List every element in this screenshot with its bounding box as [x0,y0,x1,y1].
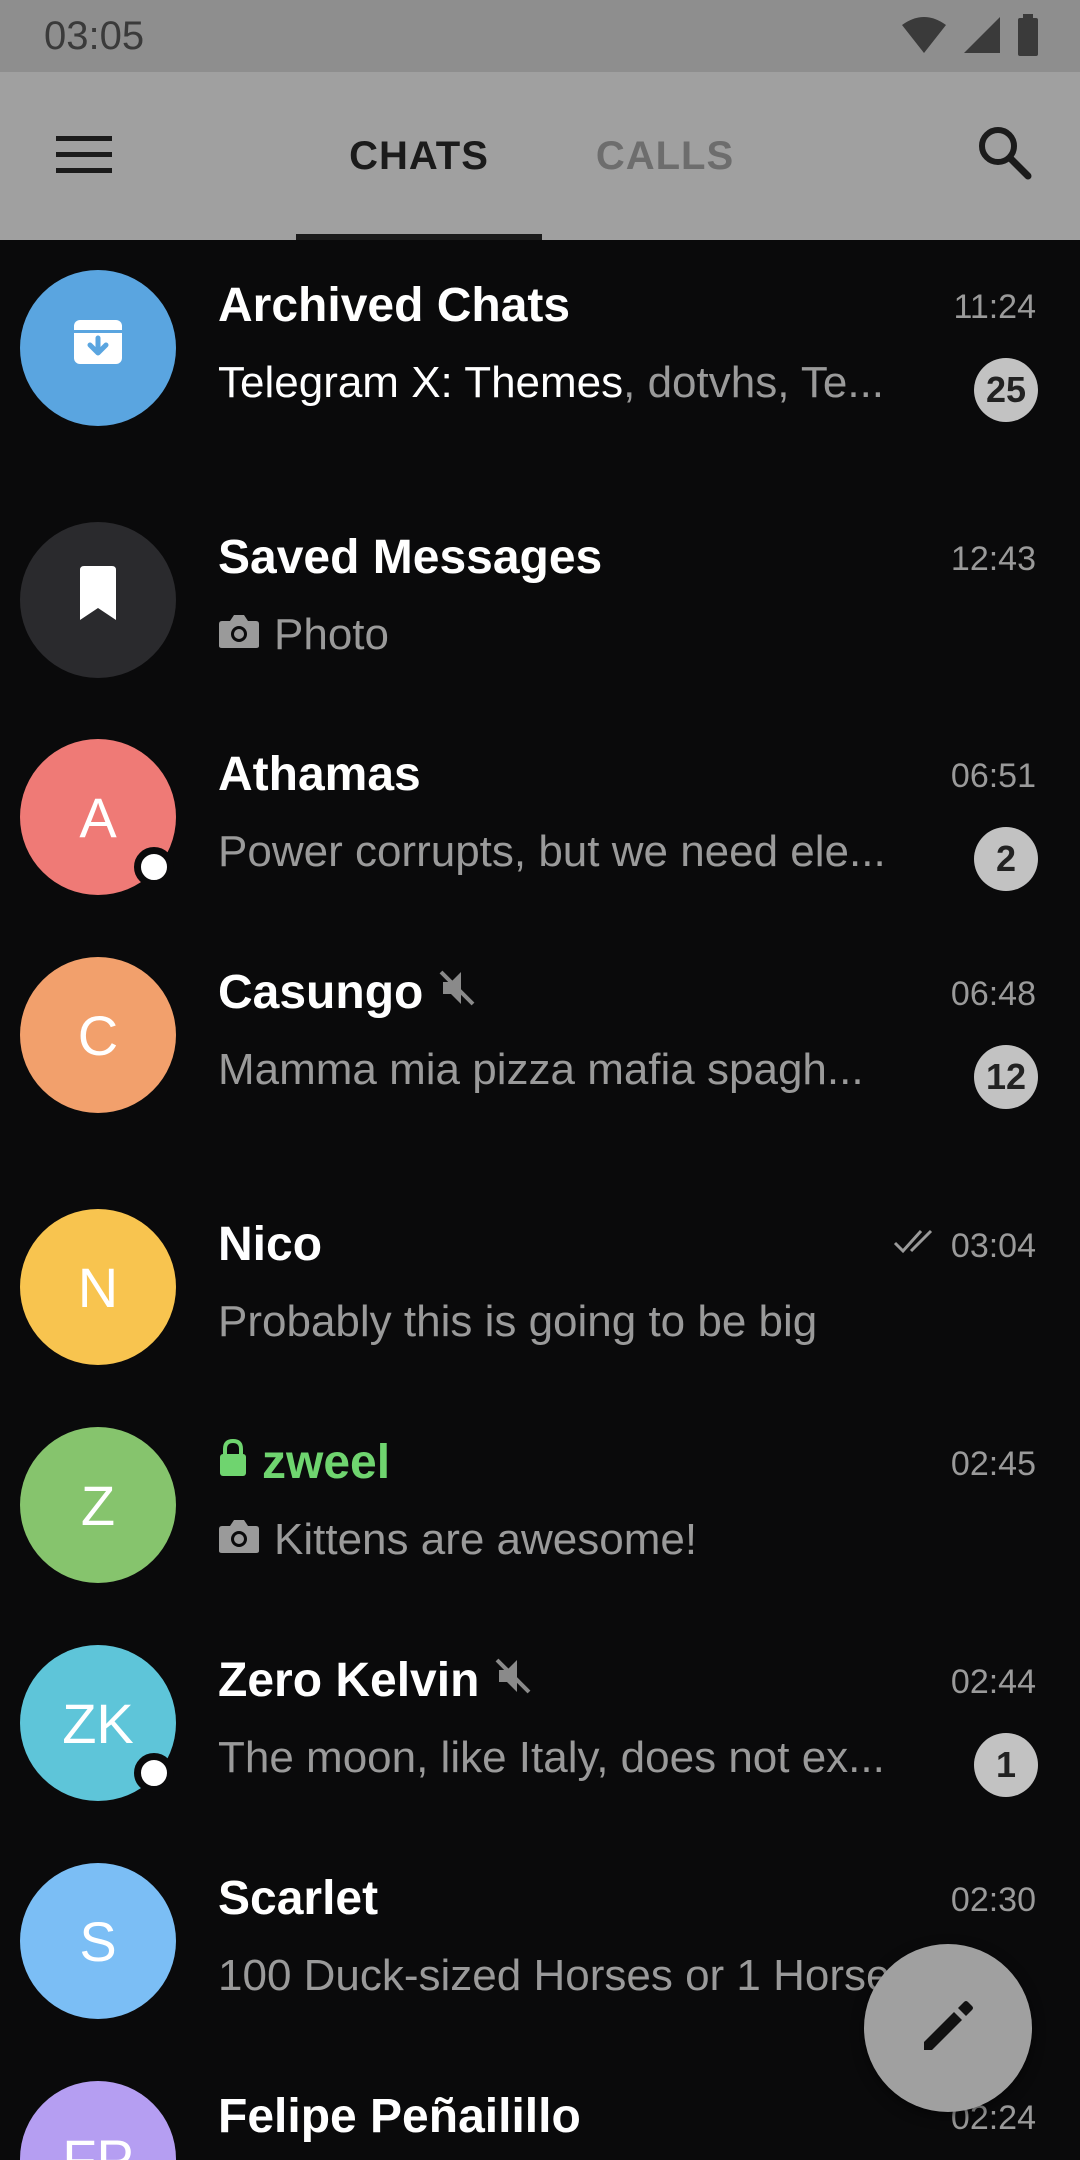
chat-title-text: Felipe Peñailillo [218,2090,581,2143]
chat-title: Nico [218,1217,322,1272]
chat-title-text: Scarlet [218,1872,379,1925]
avatar: N [20,1209,176,1365]
muted-icon [437,965,477,1020]
chat-item-casungo[interactable]: C Casungo 06:48 Mamma mia pizza mafia sp… [0,927,1080,1127]
chat-title: Athamas [218,747,421,802]
chat-preview: Power corrupts, but we need ele... [218,827,958,877]
chat-time: 02:45 [951,1445,1036,1484]
chat-title: Casungo [218,965,477,1020]
chat-time: 06:48 [951,975,1036,1014]
chat-preview: Mamma mia pizza mafia spagh... [218,1045,958,1095]
status-bar: 03:05 [0,0,1080,72]
status-icons [900,14,1040,61]
chat-time-text: 02:30 [950,1881,1036,1919]
chat-title-text: Zero Kelvin [218,1654,480,1707]
cell-signal-icon [962,15,1002,60]
chat-title: Archived Chats [218,278,570,333]
chat-item-zweel[interactable]: Z zweel 02:45 Kittens are awesome! [0,1397,1080,1597]
chat-item-archived[interactable]: Archived Chats 11:24 Telegram X: Themes,… [0,240,1080,440]
chat-preview-text: Mamma mia pizza mafia spagh... [218,1045,864,1094]
avatar: S [20,1863,176,2019]
chat-preview: Kittens are awesome! [218,1515,958,1565]
chat-time-text: 02:45 [950,1445,1036,1483]
chat-time-text: 03:04 [950,1227,1036,1265]
unread-badge: 1 [974,1733,1038,1797]
chat-preview-text: Power corrupts, but we need ele... [218,827,886,876]
chat-preview-text: Kittens are awesome! [274,1515,698,1564]
camera-icon [218,1515,260,1565]
chat-item-athamas[interactable]: A Athamas 06:51 Power corrupts, but we n… [0,709,1080,909]
avatar: C [20,957,176,1113]
online-indicator [134,1753,174,1793]
search-button[interactable] [968,118,1040,190]
battery-icon [1016,14,1040,61]
avatar: FP [20,2081,176,2160]
chat-title-text: zweel [262,1436,391,1489]
avatar: Z [20,1427,176,1583]
chat-preview-highlight: Telegram X: Themes [218,358,624,407]
chat-time-text: 02:44 [950,1663,1036,1701]
chat-time-text: 12:43 [950,540,1036,578]
unread-badge: 12 [973,1045,1038,1109]
chat-preview-text: The moon, like Italy, does not ex... [218,1733,885,1782]
tab-chats[interactable]: CHATS [296,72,542,240]
compose-button[interactable] [864,1944,1032,2112]
unread-badge: 25 [973,358,1038,422]
chat-preview: Telegram X: Themes, dotvhs, Te... [218,358,958,408]
chat-item-nico[interactable]: N Nico 03:04 Probably this is going to b… [0,1179,1080,1379]
avatar [20,522,176,678]
camera-icon [218,610,260,660]
chat-preview: Photo [218,610,958,660]
muted-icon [493,1653,533,1708]
chat-title-text: Archived Chats [218,279,571,332]
archive-icon [70,314,126,383]
chat-time: 02:44 [951,1663,1036,1702]
chat-item-saved-messages[interactable]: Saved Messages 12:43 Photo [0,492,1080,692]
online-indicator [134,847,174,887]
chat-preview-text: , dotvhs, Te... [623,358,885,407]
unread-badge: 2 [974,827,1038,891]
chat-title: Zero Kelvin [218,1653,533,1708]
search-icon [976,124,1032,185]
bookmark-icon [74,565,122,635]
avatar [20,270,176,426]
chat-time-text: 06:51 [950,757,1036,795]
wifi-icon [900,15,948,60]
hamburger-menu-icon [56,134,112,179]
chat-preview-text: Photo [274,610,389,659]
chat-title-text: Casungo [218,966,424,1019]
tab-calls[interactable]: CALLS [542,72,788,240]
chat-preview: The moon, like Italy, does not ex... [218,1733,958,1783]
chat-title: zweel [218,1435,390,1490]
pencil-icon [918,1996,978,2061]
menu-button[interactable] [40,122,128,190]
chat-time-text: 11:24 [953,288,1036,326]
app-header: CHATS CALLS [0,72,1080,240]
chat-title: Felipe Peñailillo [218,2089,581,2144]
chat-title: Scarlet [218,1871,378,1926]
chat-item-zero-kelvin[interactable]: ZK Zero Kelvin 02:44 The moon, like Ital… [0,1615,1080,1815]
chat-time: 02:30 [951,1881,1036,1920]
chat-time: 12:43 [951,540,1036,579]
chat-preview: Probably this is going to be big [218,1297,958,1347]
status-time: 03:05 [44,14,145,58]
chat-time: 11:24 [953,288,1036,327]
chat-time: 03:04 [893,1227,1036,1266]
chat-list: Archived Chats 11:24 Telegram X: Themes,… [0,240,1080,2160]
chat-title-text: Saved Messages [218,531,603,584]
chat-title: Saved Messages [218,530,602,585]
chat-preview-text: 100 Duck-sized Horses or 1 Horse [218,1951,891,2000]
lock-icon [218,1435,248,1490]
chat-time-text: 06:48 [950,975,1036,1013]
chat-preview: 100 Duck-sized Horses or 1 Horse [218,1951,958,2001]
chat-preview-text: Probably this is going to be big [218,1297,818,1346]
chat-title-text: Athamas [218,748,421,801]
chat-title-text: Nico [218,1218,323,1271]
chat-time: 06:51 [951,757,1036,796]
double-check-icon [893,1227,941,1266]
